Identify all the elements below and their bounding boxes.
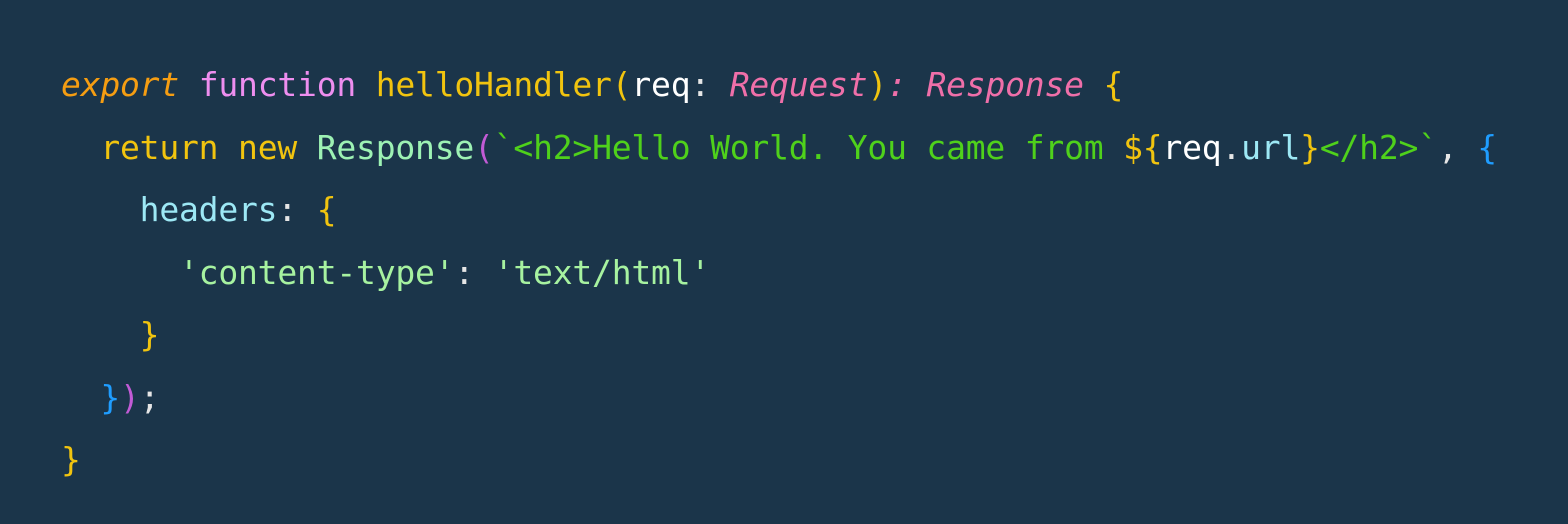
code-token: new — [238, 127, 298, 167]
code-token: Request — [729, 65, 868, 104]
code-token: export — [61, 65, 180, 104]
code-token: ( — [474, 127, 494, 167]
code-token: : — [887, 65, 927, 104]
code-line: }); — [61, 367, 1497, 430]
code-token: ; — [139, 377, 160, 417]
code-line: headers: { — [61, 179, 1497, 242]
code-token: { — [316, 190, 337, 229]
code-line: } — [61, 304, 1497, 367]
code-token: } — [139, 315, 160, 354]
code-token: ( — [611, 65, 632, 104]
code-token: `<h2>Hello World. You came from — [493, 127, 1124, 167]
code-token: function — [198, 65, 357, 104]
code-token: 'content-type' — [179, 252, 455, 292]
code-token: url — [1241, 127, 1301, 167]
code-line: export function helloHandler(req: Reques… — [61, 54, 1497, 117]
code-token: ) — [867, 65, 888, 104]
code-token: . — [1221, 127, 1242, 167]
code-token: : — [277, 190, 317, 229]
code-token: , — [1437, 127, 1478, 167]
code-token: ) — [120, 377, 140, 417]
code-line: } — [61, 429, 1497, 492]
code-token: </h2>` — [1319, 127, 1438, 167]
code-line: return new Response(`<h2>Hello World. Yo… — [61, 117, 1497, 180]
code-token: : — [454, 252, 494, 292]
code-token: helloHandler — [375, 65, 612, 104]
code-token: ${ — [1123, 127, 1163, 167]
code-token: Response — [316, 127, 475, 167]
code-token: req — [1162, 127, 1222, 167]
code-token: 'text/html' — [493, 252, 711, 292]
code-block: export function helloHandler(req: Reques… — [61, 54, 1497, 492]
code-token: } — [61, 440, 81, 479]
code-token: req — [631, 65, 691, 104]
code-token: : — [690, 65, 730, 104]
code-token: return — [100, 127, 219, 167]
code-line: 'content-type': 'text/html' — [61, 242, 1497, 305]
code-token: { — [1103, 65, 1124, 104]
code-token: } — [100, 377, 121, 417]
code-token: } — [1300, 127, 1320, 167]
code-token: headers — [139, 190, 278, 229]
code-token: Response — [926, 65, 1084, 104]
code-token: { — [1477, 127, 1497, 167]
